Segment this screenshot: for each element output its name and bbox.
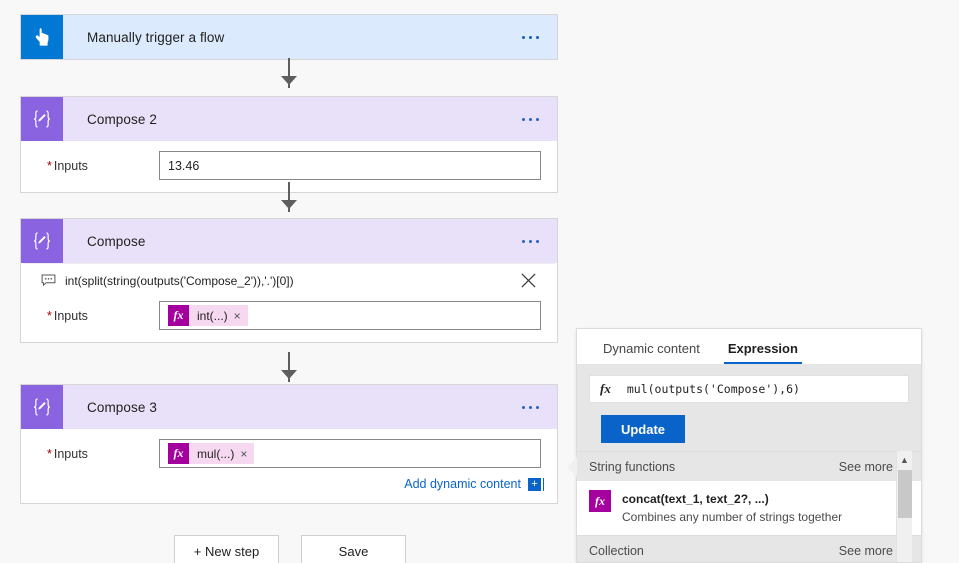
inputs-field-row: * Inputs fx int(...) × [21, 295, 557, 342]
expression-input[interactable]: fx mul(outputs('Compose'),6) [589, 375, 909, 403]
see-more-link[interactable]: See more [839, 460, 893, 474]
tap-hand-icon [21, 15, 63, 59]
card-body: int(split(string(outputs('Compose_2')),'… [21, 263, 557, 342]
card-title: Compose 2 [87, 111, 157, 127]
compose-braces-icon [21, 97, 63, 141]
card-compose-2[interactable]: Compose 2 * Inputs 13.46 [20, 96, 558, 193]
required-marker: * [47, 446, 52, 461]
new-step-button[interactable]: + New step [174, 535, 279, 563]
function-list: String functions See more fx concat(text… [577, 451, 921, 562]
fx-icon: fx [589, 490, 611, 512]
expression-panel: Dynamic content Expression fx mul(output… [567, 328, 922, 563]
inputs-input[interactable]: fx int(...) × [159, 301, 541, 330]
token-remove-icon[interactable]: × [234, 309, 248, 323]
function-signature: concat(text_1, text_2?, ...) [622, 492, 769, 506]
card-manually-trigger-a-flow[interactable]: Manually trigger a flow [20, 14, 558, 60]
function-description: Combines any number of strings together [622, 510, 843, 524]
expression-preview-row: int(split(string(outputs('Compose_2')),'… [23, 263, 555, 295]
inputs-input[interactable]: fx mul(...) × [159, 439, 541, 468]
panel-scrollbar[interactable]: ▲ [896, 451, 912, 562]
token-remove-icon[interactable]: × [240, 447, 254, 461]
fx-icon: fx [168, 305, 189, 326]
plus-icon[interactable]: + [528, 477, 544, 491]
token-label: mul(...) [197, 446, 235, 461]
card-header[interactable]: Compose [21, 219, 557, 263]
function-group-string-functions: String functions See more [577, 451, 921, 481]
inputs-label-text: Inputs [53, 308, 88, 323]
flow-designer: Manually trigger a flow Compose 2 * Inpu… [0, 0, 959, 563]
connector-arrow [281, 200, 297, 209]
fx-icon: fx [168, 443, 189, 464]
connector-arrow [281, 370, 297, 379]
compose-braces-icon [21, 219, 63, 263]
flow-action-buttons: + New step Save [174, 535, 406, 563]
inputs-field-row: * Inputs fx mul(...) × [21, 429, 557, 480]
inputs-label-text: Inputs [53, 446, 88, 461]
panel-callout-arrow [567, 457, 577, 477]
card-compose[interactable]: Compose int(split(string(outputs('Compos… [20, 218, 558, 343]
see-more-link[interactable]: See more [839, 544, 893, 558]
card-title: Compose 3 [87, 399, 157, 415]
card-header[interactable]: Compose 2 [21, 97, 557, 141]
inputs-label-text: Inputs [53, 158, 88, 173]
tab-expression[interactable]: Expression [714, 341, 812, 364]
expression-token-mul[interactable]: fx mul(...) × [168, 443, 255, 464]
card-compose-3[interactable]: Compose 3 * Inputs fx mul(...) × Add dyn… [20, 384, 558, 504]
scroll-up-icon[interactable]: ▲ [897, 451, 912, 468]
expression-preview-text: int(split(string(outputs('Compose_2')),'… [65, 273, 294, 288]
required-marker: * [47, 308, 52, 323]
save-button[interactable]: Save [301, 535, 406, 563]
required-marker: * [47, 158, 52, 173]
group-title: String functions [589, 459, 676, 474]
card-title: Compose [87, 233, 146, 249]
function-item-concat[interactable]: fx concat(text_1, text_2?, ...) Combines… [577, 481, 921, 535]
close-icon[interactable] [515, 272, 541, 289]
inputs-label: * Inputs [37, 447, 159, 461]
compose-braces-icon [21, 385, 63, 429]
function-group-collection: Collection See more [577, 535, 921, 562]
card-header[interactable]: Manually trigger a flow [21, 15, 557, 59]
inputs-input[interactable]: 13.46 [159, 151, 541, 180]
card-body: * Inputs fx mul(...) × Add dynamic conten… [21, 429, 557, 503]
panel-tabs: Dynamic content Expression [577, 329, 921, 365]
more-commands-icon[interactable] [522, 97, 557, 141]
scrollbar-thumb[interactable] [898, 470, 912, 518]
group-title: Collection [589, 543, 644, 558]
card-title: Manually trigger a flow [87, 29, 225, 45]
more-commands-icon[interactable] [522, 385, 557, 429]
speech-bubble-icon [41, 274, 56, 287]
update-button[interactable]: Update [601, 415, 685, 443]
more-commands-icon[interactable] [522, 219, 557, 263]
expression-token-int[interactable]: fx int(...) × [168, 305, 248, 326]
more-commands-icon[interactable] [522, 15, 557, 59]
expression-input-value: mul(outputs('Compose'),6) [626, 382, 800, 396]
expression-editor: fx mul(outputs('Compose'),6) Update [577, 365, 921, 443]
flow-canvas: Manually trigger a flow Compose 2 * Inpu… [0, 0, 580, 563]
inputs-label: * Inputs [37, 309, 159, 323]
inputs-label: * Inputs [37, 159, 159, 173]
add-dynamic-content-link[interactable]: Add dynamic content [404, 477, 521, 491]
connector-arrow [281, 76, 297, 85]
card-header[interactable]: Compose 3 [21, 385, 557, 429]
tab-dynamic-content[interactable]: Dynamic content [589, 341, 714, 364]
token-label: int(...) [197, 308, 228, 323]
add-dynamic-content-row: Add dynamic content + [21, 477, 557, 503]
fx-icon: fx [600, 381, 611, 396]
